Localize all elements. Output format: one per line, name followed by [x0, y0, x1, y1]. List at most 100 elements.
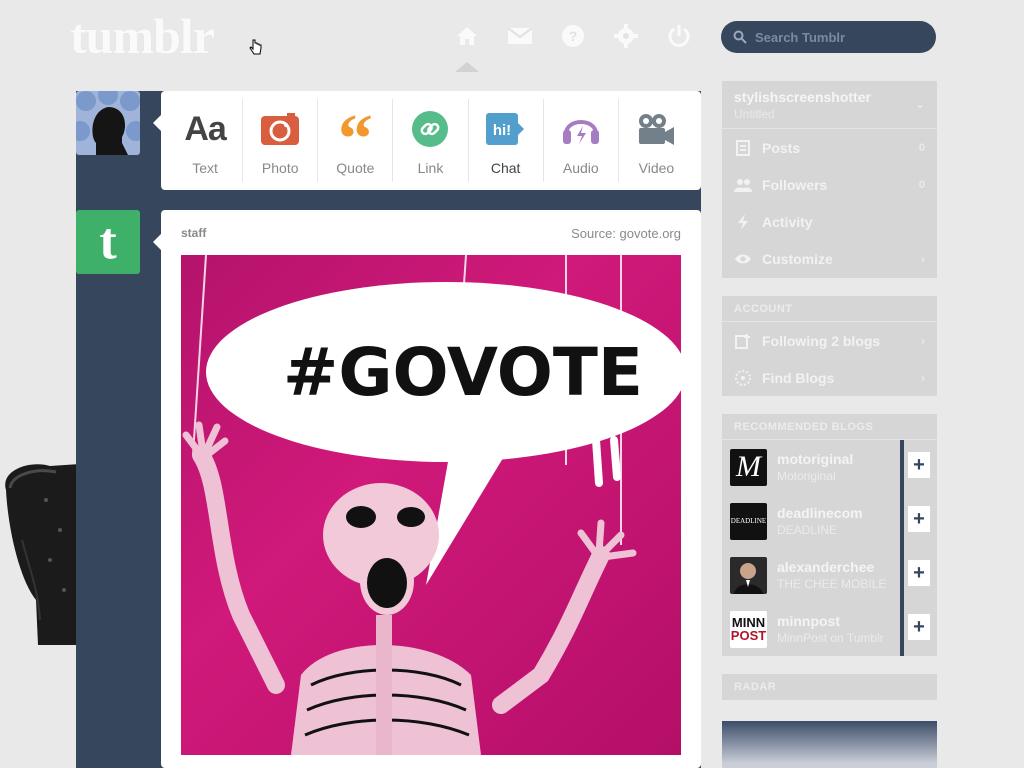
- blog-name: motoriginal: [777, 451, 854, 467]
- blog-avatar: [730, 556, 767, 594]
- svg-text:hi!: hi!: [492, 122, 510, 139]
- recommended-blog[interactable]: MINN POST minnpost MinnPost on Tumblr +: [722, 602, 937, 656]
- link-icon: [410, 109, 450, 149]
- post-type-selector: Aa Text Photo “ Quote Link hi! Chat Audi…: [153, 91, 701, 190]
- sidebar-blog-menu: stylishscreenshotter Untitled ⌄ Posts 0 …: [722, 81, 937, 278]
- eye-icon: [734, 250, 752, 268]
- sidebar-account: ACCOUNT Following 2 blogs › Find Blogs ›: [722, 296, 937, 396]
- sidebar-item-label: Customize: [762, 250, 833, 267]
- follow-button[interactable]: +: [908, 560, 930, 586]
- post-type-chat[interactable]: hi! Chat: [469, 99, 544, 182]
- post-author[interactable]: staff: [181, 226, 206, 240]
- separator-bar: [900, 548, 904, 602]
- search-box[interactable]: [721, 21, 936, 53]
- separator-bar: [900, 602, 904, 656]
- post-type-label: Photo: [261, 160, 299, 176]
- post-type-text[interactable]: Aa Text: [168, 99, 244, 182]
- search-input[interactable]: [755, 29, 925, 45]
- post-type-label: Video: [638, 160, 675, 176]
- sidebar-item-followers[interactable]: Followers 0: [722, 166, 937, 203]
- sidebar-item-label: Followers: [762, 176, 828, 193]
- chevron-down-icon[interactable]: ⌄: [915, 97, 925, 111]
- card-arrow: [153, 234, 161, 250]
- blog-subtitle: DEADLINE: [777, 523, 838, 537]
- post-type-photo[interactable]: Photo: [243, 99, 319, 182]
- sidebar-recommended: RECOMMENDED BLOGS M motoriginal Motorigin…: [722, 414, 937, 656]
- quote-icon: “: [337, 101, 373, 178]
- chat-icon: hi!: [485, 109, 526, 149]
- skeleton-govote-illustration: #GOVOTE: [182, 255, 681, 755]
- blog-name: deadlinecom: [777, 505, 863, 521]
- posts-count: 0: [918, 141, 925, 154]
- chevron-right-icon: ›: [921, 251, 925, 266]
- post-type-label: Quote: [336, 160, 375, 176]
- sidebar-item-label: Posts: [762, 139, 801, 156]
- blog-subtitle: Motoriginal: [777, 469, 836, 483]
- sidebar-item-following[interactable]: Following 2 blogs ›: [722, 322, 937, 359]
- sidebar-item-customize[interactable]: Customize ›: [722, 240, 937, 277]
- nav-pointer: [455, 62, 479, 72]
- card-arrow: [153, 115, 161, 131]
- blog-name: stylishscreenshotter: [734, 89, 871, 105]
- post-type-quote[interactable]: “ Quote: [318, 99, 394, 182]
- post-type-label: Audio: [562, 160, 599, 176]
- separator-bar: [900, 494, 904, 548]
- power-icon[interactable]: [663, 20, 695, 52]
- mail-icon[interactable]: [504, 20, 536, 52]
- following-icon: [734, 332, 752, 350]
- sidebar-item-activity[interactable]: Activity: [722, 203, 937, 240]
- chevron-right-icon: ›: [921, 333, 925, 348]
- follow-button[interactable]: +: [908, 506, 930, 532]
- headphones-icon: [561, 109, 601, 149]
- home-icon[interactable]: [451, 20, 483, 52]
- recommended-blog[interactable]: M motoriginal Motoriginal +: [722, 440, 937, 494]
- sidebar-item-label: Find Blogs: [762, 369, 835, 386]
- blog-subtitle: MinnPost on Tumblr: [777, 631, 884, 645]
- sidebar-item-find-blogs[interactable]: Find Blogs ›: [722, 359, 937, 396]
- recommended-header: RECOMMENDED BLOGS: [722, 414, 937, 440]
- svg-text:?: ?: [569, 28, 578, 44]
- activity-icon: [734, 213, 752, 231]
- account-header: ACCOUNT: [722, 296, 937, 322]
- tumblr-logo[interactable]: tumblr: [70, 6, 215, 66]
- post-source[interactable]: Source: govote.org: [571, 226, 681, 241]
- follow-button[interactable]: +: [908, 614, 930, 640]
- post-type-video[interactable]: Video: [619, 99, 694, 182]
- blog-name: minnpost: [777, 613, 840, 629]
- gear-icon[interactable]: [610, 20, 642, 52]
- user-avatar[interactable]: [76, 91, 140, 155]
- followers-count: 0: [918, 178, 925, 191]
- post-image[interactable]: #GOVOTE: [181, 255, 681, 755]
- sidebar-item-posts[interactable]: Posts 0: [722, 129, 937, 166]
- posts-icon: [734, 139, 752, 157]
- blog-subtitle: Untitled: [734, 107, 775, 121]
- sidebar-item-label: Following 2 blogs: [762, 332, 881, 349]
- radar-image[interactable]: [722, 721, 937, 768]
- separator-bar: [900, 440, 904, 494]
- chevron-right-icon: ›: [921, 370, 925, 385]
- hand-cursor-icon: [249, 39, 262, 55]
- blog-avatar: DEADLINE: [730, 502, 767, 540]
- radar-header: RADAR: [734, 681, 777, 693]
- recommended-blog[interactable]: DEADLINE deadlinecom DEADLINE +: [722, 494, 937, 548]
- tumblr-t-icon: t: [99, 213, 117, 270]
- staff-avatar[interactable]: t: [76, 210, 140, 274]
- blog-avatar: M: [730, 448, 767, 486]
- sidebar-radar: RADAR: [722, 674, 937, 700]
- post-type-label: Link: [417, 160, 444, 176]
- post-type-label: Chat: [490, 160, 521, 176]
- follow-button[interactable]: +: [908, 452, 930, 478]
- govote-text: #GOVOTE: [283, 334, 643, 411]
- post-type-link[interactable]: Link: [393, 99, 469, 182]
- blog-title[interactable]: stylishscreenshotter Untitled ⌄: [722, 81, 937, 129]
- post-type-audio[interactable]: Audio: [544, 99, 619, 182]
- post-type-label: Text: [192, 160, 218, 176]
- recommended-blog[interactable]: alexanderchee THE CHEE MOBILE +: [722, 548, 937, 602]
- sidebar-item-label: Activity: [762, 213, 813, 230]
- help-icon[interactable]: ?: [557, 20, 589, 52]
- blog-avatar: MINN POST: [730, 610, 767, 648]
- find-icon: [734, 369, 752, 387]
- leather-chair-image: [5, 464, 80, 645]
- camera-icon: [260, 109, 300, 149]
- search-icon: [733, 30, 747, 44]
